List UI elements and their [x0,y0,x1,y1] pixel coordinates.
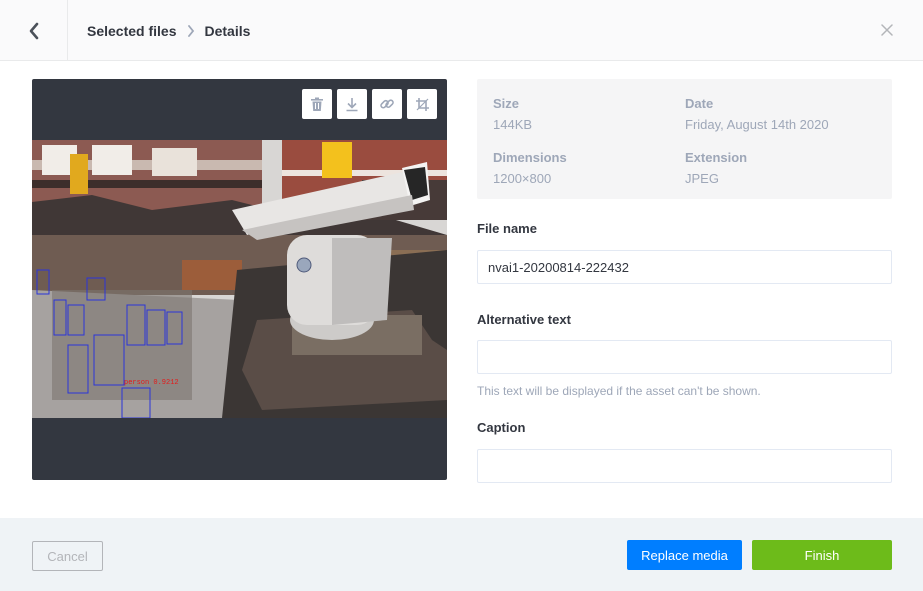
preview-toolbar [302,89,437,119]
close-button[interactable] [879,22,895,38]
info-dimensions-value: 1200×800 [493,171,552,186]
info-dimensions-label: Dimensions [493,150,567,165]
info-date-label: Date [685,96,714,111]
cancel-button[interactable]: Cancel [32,541,103,571]
info-size-value: 144KB [493,117,533,132]
media-preview: person 0.9212 [32,79,447,480]
caption-label: Caption [477,420,526,435]
info-extension: Extension JPEG [685,150,747,186]
modal-header: Selected files Details [0,0,923,61]
breadcrumb-selected-files[interactable]: Selected files [87,23,177,39]
link-icon [380,99,394,109]
alt-text-label: Alternative text [477,312,571,327]
file-name-label: File name [477,221,537,236]
replace-media-button[interactable]: Replace media [627,540,742,570]
file-info-panel: Size 144KB Date Friday, August 14th 2020… [477,79,892,199]
crop-button[interactable] [407,89,437,119]
alt-text-hint: This text will be displayed if the asset… [477,384,761,398]
crop-icon [415,97,429,111]
info-date-value: Friday, August 14th 2020 [685,117,829,132]
info-extension-value: JPEG [685,171,719,186]
info-size: Size 144KB [493,96,532,132]
info-extension-label: Extension [685,150,748,165]
alt-text-input[interactable] [477,340,892,374]
media-details-modal: Selected files Details person 0.9212 Siz… [0,0,923,591]
info-date: Date Friday, August 14th 2020 [685,96,829,132]
breadcrumb: Selected files Details [87,0,250,61]
detection-label: person 0.9212 [124,379,179,387]
download-button[interactable] [337,89,367,119]
copy-link-button[interactable] [372,89,402,119]
info-dimensions: Dimensions 1200×800 [493,150,567,186]
media-image: person 0.9212 [32,140,447,418]
close-icon [881,24,893,36]
chevron-left-icon [29,22,38,39]
info-size-label: Size [493,96,520,111]
caption-input[interactable] [477,449,892,483]
file-name-input[interactable] [477,250,892,284]
download-icon [346,97,358,111]
delete-button[interactable] [302,89,332,119]
chevron-right-icon [187,24,195,37]
breadcrumb-details: Details [204,22,251,39]
finish-button[interactable]: Finish [752,540,892,570]
trash-icon [311,97,323,111]
modal-footer: Cancel Replace media Finish [0,518,923,591]
back-button[interactable] [0,0,68,61]
